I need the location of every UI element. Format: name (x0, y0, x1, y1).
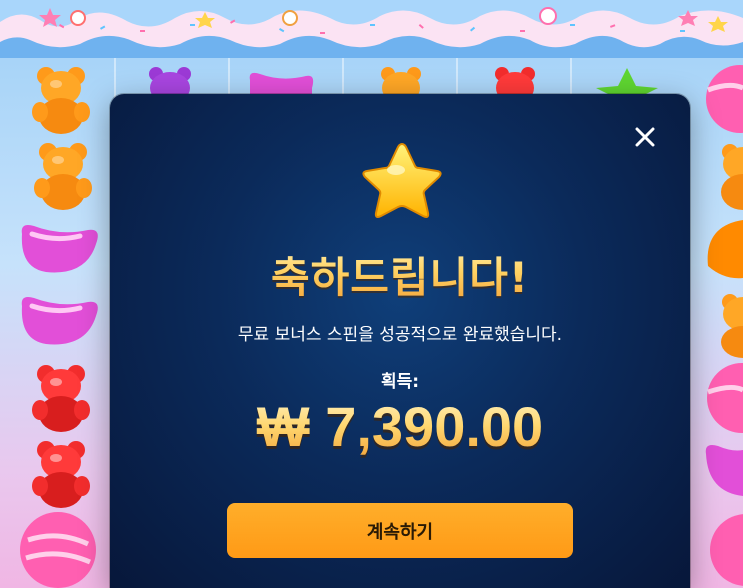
congratulations-title: 축하드립니다! (110, 244, 690, 305)
green-star-candy-icon (596, 68, 658, 96)
close-icon[interactable] (634, 126, 656, 148)
orange-gummy-bear-icon (34, 143, 92, 210)
orange-jelly-icon (707, 220, 743, 279)
completion-message: 무료 보너스 스핀을 성공적으로 완료했습니다. (237, 325, 563, 345)
frosting-header (0, 0, 743, 58)
orange-gummy-bear-icon (381, 67, 421, 96)
orange-gummy-bear-icon (32, 67, 90, 134)
star-icon (362, 142, 442, 218)
red-gummy-bear-icon (32, 365, 90, 432)
pink-jellybean-icon (21, 225, 98, 273)
pink-jellybean-icon (705, 445, 743, 496)
orange-gummy-bear-icon (721, 144, 743, 210)
pink-jellybean-icon (249, 72, 314, 96)
pink-lollipop-icon (710, 514, 743, 586)
pink-jellybean-icon (21, 297, 98, 345)
red-gummy-bear-icon (32, 441, 90, 508)
continue-button[interactable]: 계속하기 (227, 503, 573, 558)
red-gummy-bear-icon (495, 67, 535, 96)
pink-lollipop-icon (707, 363, 743, 433)
pink-lollipop-icon (20, 512, 96, 588)
congratulations-dialog: 축하드립니다! 무료 보너스 스핀을 성공적으로 완료했습니다. 획득: ₩ 7… (110, 94, 690, 588)
purple-gummy-bear-icon (149, 67, 191, 96)
win-label: 획득: (380, 372, 420, 392)
pink-lollipop-icon (706, 65, 743, 133)
win-amount: ₩ 7,390.00 (110, 394, 690, 459)
orange-gummy-bear-icon (721, 294, 743, 358)
